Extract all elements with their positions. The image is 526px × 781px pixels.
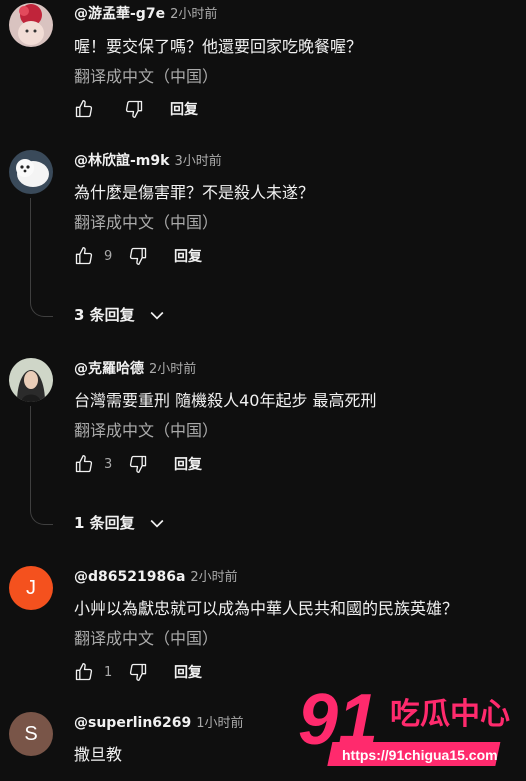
thumbs-up-icon[interactable]	[74, 662, 94, 682]
thumbs-down-icon[interactable]	[128, 246, 148, 266]
reply-button[interactable]: 回复	[174, 662, 202, 682]
avatar-letter: J	[26, 576, 36, 599]
thumbs-down-icon[interactable]	[128, 454, 148, 474]
comment-time: 1小时前	[196, 716, 244, 731]
show-replies-button[interactable]: 1 条回复	[74, 512, 167, 533]
chevron-down-icon	[150, 311, 164, 320]
translate-link[interactable]: 翻译成中文（中国）	[74, 209, 218, 233]
thread-line	[30, 406, 53, 525]
like-count: 3	[104, 456, 113, 472]
comment-header: @superlin6269 1小时前	[74, 712, 244, 731]
comment-text: 台灣需要重刑 隨機殺人40年起步 最高死刑	[74, 391, 377, 410]
avatar[interactable]: J	[9, 566, 53, 610]
thumbs-up-icon[interactable]	[74, 454, 94, 474]
translate-link[interactable]: 翻译成中文（中国）	[74, 625, 218, 649]
like-count: 9	[104, 248, 113, 264]
comment-item: @游孟華-g7e 2小时前 喔！要交保了嗎？他還要回家吃晚餐喔？ 翻译成中文（中国…	[0, 3, 526, 133]
comment-actions: 3 回复	[74, 452, 202, 476]
show-replies-button[interactable]: 3 条回复	[74, 304, 167, 325]
author-name[interactable]: @游孟華-g7e	[74, 6, 165, 22]
comment-item: J @d86521986a 2小时前 小艸以為獻忠就可以成為中華人民共和國的民族英…	[0, 566, 526, 696]
thread-line	[30, 198, 53, 317]
avatar-letter: S	[24, 722, 38, 745]
replies-count-label: 3 条回复	[74, 306, 135, 324]
translate-link[interactable]: 翻译成中文（中国）	[74, 63, 218, 87]
watermark-brand-text: 吃瓜中心	[390, 697, 510, 732]
thumbs-down-icon[interactable]	[128, 662, 148, 682]
avatar[interactable]	[9, 150, 53, 194]
comment-header: @d86521986a 2小时前	[74, 566, 238, 585]
comment-text: 小艸以為獻忠就可以成為中華人民共和國的民族英雄？	[74, 599, 459, 618]
author-name[interactable]: @superlin6269	[74, 715, 191, 731]
author-name[interactable]: @林欣誼-m9k	[74, 153, 169, 169]
reply-button[interactable]: 回复	[174, 246, 202, 266]
thumbs-down-icon[interactable]	[124, 99, 144, 119]
comment-header: @游孟華-g7e 2小时前	[74, 3, 217, 23]
comment-time: 2小时前	[149, 362, 197, 377]
reply-button[interactable]: 回复	[174, 454, 202, 474]
comment-header: @克羅哈德 2小时前	[74, 358, 196, 378]
avatar[interactable]	[9, 358, 53, 402]
comment-text: 為什麼是傷害罪？不是殺人未遂？	[74, 183, 315, 202]
thumbs-up-icon[interactable]	[74, 99, 94, 119]
chevron-down-icon	[150, 519, 164, 528]
comment-text: 喔！要交保了嗎？他還要回家吃晚餐喔？	[74, 37, 363, 56]
avatar[interactable]	[9, 3, 53, 47]
comment-header: @林欣誼-m9k 3小时前	[74, 150, 222, 170]
watermark-url: https://91chigua15.com	[342, 747, 498, 763]
author-name[interactable]: @克羅哈德	[74, 361, 144, 377]
reply-button[interactable]: 回复	[170, 99, 198, 119]
comment-time: 2小时前	[190, 570, 238, 585]
replies-count-label: 1 条回复	[74, 514, 135, 532]
comment-text: 撒旦教	[74, 745, 123, 764]
comment-actions: 1 回复	[74, 660, 202, 684]
comment-time: 3小时前	[174, 154, 222, 169]
site-watermark: 91 吃瓜中心 https://91chigua15.com	[294, 678, 526, 777]
author-name[interactable]: @d86521986a	[74, 569, 185, 585]
like-count: 1	[104, 664, 113, 680]
comment-actions: 9 回复	[74, 244, 202, 268]
avatar[interactable]: S	[9, 712, 53, 756]
thumbs-up-icon[interactable]	[74, 246, 94, 266]
comment-time: 2小时前	[170, 7, 218, 22]
comment-actions: 回复	[74, 97, 198, 121]
translate-link[interactable]: 翻译成中文（中国）	[74, 417, 218, 441]
